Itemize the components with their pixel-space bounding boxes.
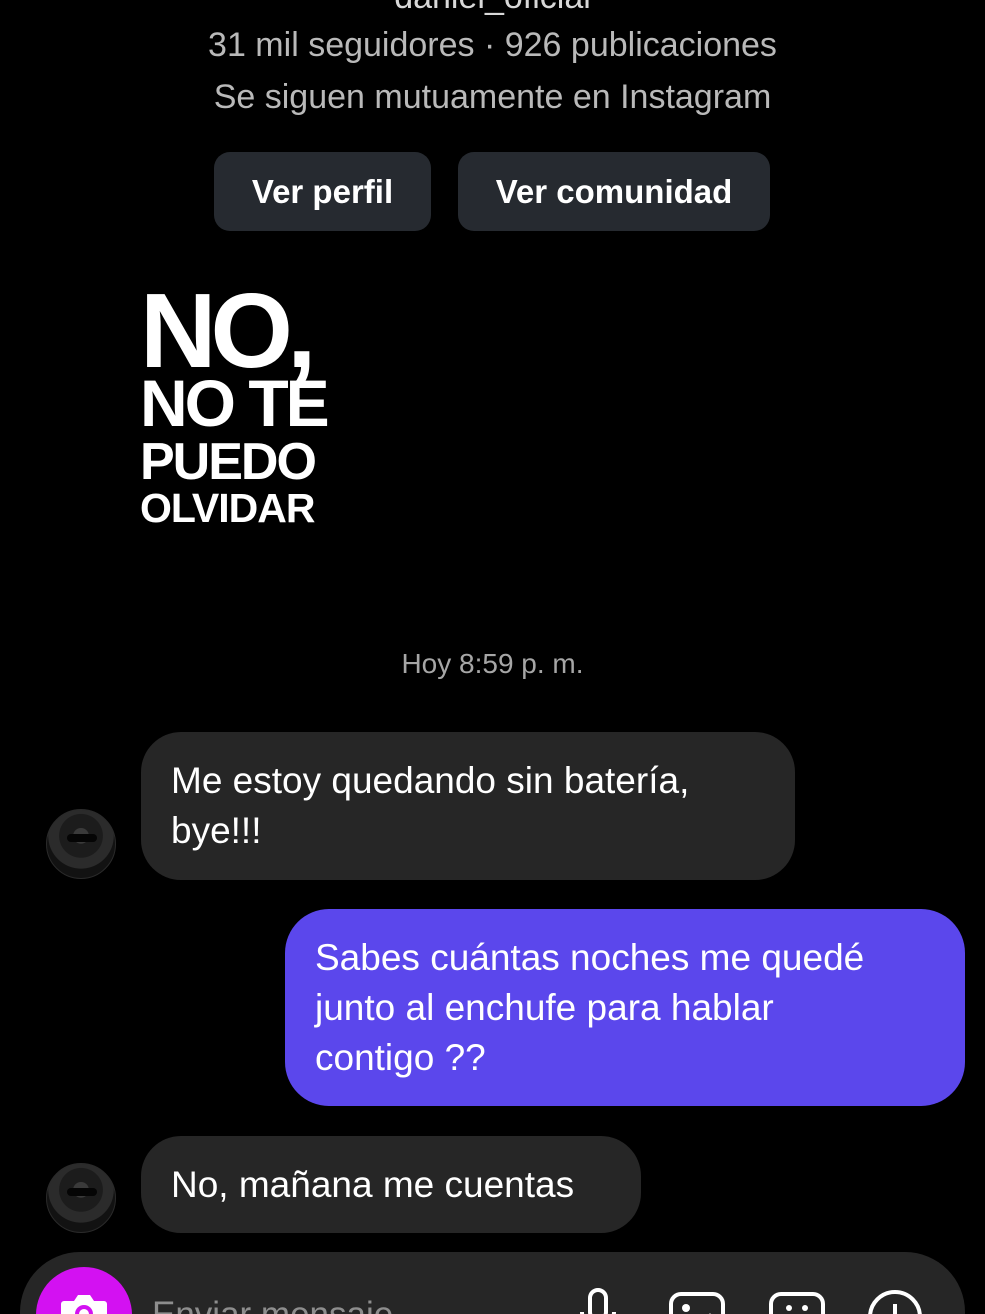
incoming-message[interactable]: Me estoy quedando sin batería, bye!!!	[141, 732, 795, 880]
avatar[interactable]	[46, 809, 116, 879]
shared-image-line-4: OLVIDAR	[140, 485, 315, 531]
plus-icon[interactable]	[866, 1288, 924, 1314]
message-line: Me estoy quedando sin batería,	[171, 760, 690, 801]
avatar-detail	[67, 834, 97, 842]
sticker-icon[interactable]	[768, 1288, 826, 1314]
message-line: No, mañana me cuentas	[171, 1163, 575, 1205]
message-line: bye!!!	[171, 810, 262, 851]
microphone-icon[interactable]	[575, 1288, 621, 1314]
profile-username: daniel_oficial	[0, 0, 985, 17]
shared-image-line-2: NO TE	[140, 366, 330, 440]
shared-image-line-3: PUEDO	[140, 433, 317, 491]
camera-button[interactable]	[36, 1267, 132, 1314]
shared-image[interactable]: NO, NO TE PUEDO OLVIDAR	[140, 278, 380, 538]
profile-stats: 31 mil seguidores · 926 publicaciones	[208, 26, 777, 64]
gallery-icon[interactable]	[668, 1288, 726, 1314]
incoming-message[interactable]: No, mañana me cuentas	[141, 1136, 641, 1233]
message-line: contigo ??	[315, 1036, 486, 1078]
mutual-follow-note: Se siguen mutuamente en Instagram	[213, 78, 772, 116]
message-input[interactable]	[152, 1290, 532, 1314]
view-profile-button[interactable]: Ver perfil	[214, 152, 431, 231]
message-timestamp: Hoy 8:59 p. m.	[401, 648, 584, 679]
view-community-button[interactable]: Ver comunidad	[458, 152, 770, 231]
message-line: Sabes cuántas noches me quedé	[315, 936, 865, 978]
chat-screen: daniel_oficial 31 mil seguidores · 926 p…	[0, 0, 985, 1314]
message-line: junto al enchufe para hablar	[315, 986, 774, 1028]
camera-icon	[61, 1295, 107, 1314]
avatar[interactable]	[46, 1163, 116, 1233]
outgoing-message[interactable]: Sabes cuántas noches me quedé junto al e…	[285, 909, 965, 1106]
avatar-detail	[67, 1188, 97, 1196]
message-composer	[20, 1252, 965, 1314]
